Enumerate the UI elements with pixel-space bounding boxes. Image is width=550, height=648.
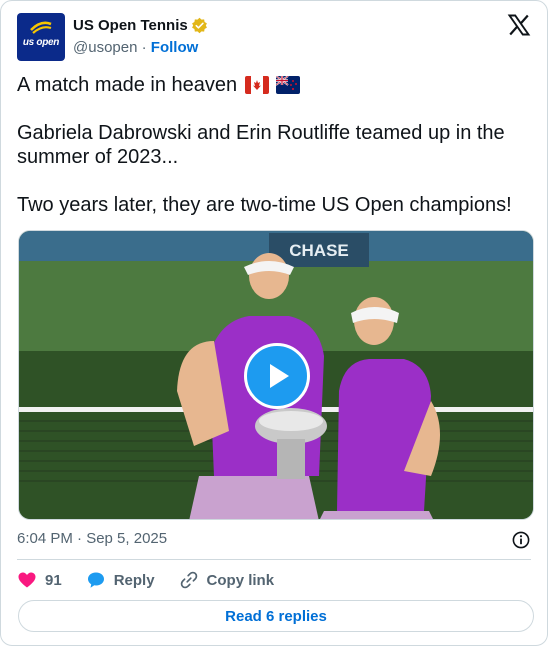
like-button[interactable]: 91 — [17, 570, 62, 590]
read-replies-label: Read 6 replies — [225, 607, 327, 625]
play-icon — [270, 364, 289, 388]
reply-label: Reply — [113, 571, 155, 589]
info-icon[interactable] — [511, 530, 531, 550]
reply-button[interactable]: Reply — [86, 570, 155, 590]
like-count: 91 — [45, 571, 62, 589]
timestamp[interactable]: 6:04 PM · Sep 5, 2025 — [17, 530, 167, 547]
handle-separator: · — [141, 39, 147, 56]
tweet-line-1-text: A match made in heaven — [17, 74, 238, 96]
verified-badge-icon — [191, 17, 207, 34]
tweet-meta: 6:04 PM · Sep 5, 2025 — [17, 530, 531, 550]
video-thumbnail[interactable]: CHASE — [18, 230, 534, 520]
divider — [17, 559, 531, 560]
tennis-ball-logo-icon — [30, 21, 52, 34]
embedded-tweet-card: us open US Open Tennis @usopen · Follow … — [0, 0, 548, 646]
canada-flag-icon — [244, 76, 269, 94]
follow-button[interactable]: Follow — [151, 39, 199, 56]
copy-link-label: Copy link — [206, 571, 275, 589]
avatar[interactable]: us open — [17, 13, 65, 61]
name-row: US Open Tennis — [73, 17, 208, 34]
tweet-line-2: Gabriela Dabrowski and Erin Routliffe te… — [17, 122, 505, 168]
account-handle[interactable]: @usopen — [73, 39, 137, 56]
handle-row: @usopen · Follow — [73, 39, 198, 56]
tweet-line-3: Two years later, they are two-time US Op… — [17, 194, 512, 216]
copy-link-button[interactable]: Copy link — [179, 570, 275, 590]
avatar-text: us open — [22, 37, 60, 48]
new-zealand-flag-icon — [276, 76, 301, 94]
read-replies-button[interactable]: Read 6 replies — [18, 600, 534, 632]
tweet-line-1: A match made in heaven — [17, 73, 527, 97]
banner-text: CHASE — [289, 241, 349, 260]
play-button[interactable] — [244, 343, 310, 409]
link-icon — [180, 571, 197, 589]
account-name[interactable]: US Open Tennis — [73, 17, 188, 34]
heart-icon — [18, 572, 36, 588]
tweet-header: us open US Open Tennis @usopen · Follow — [17, 13, 531, 61]
tweet-text: A match made in heaven Gabriela Dabrowsk… — [17, 73, 527, 241]
action-bar: 91 Reply Copy link — [17, 570, 298, 590]
x-logo-icon[interactable] — [507, 13, 531, 37]
reply-bubble-icon — [87, 572, 104, 588]
